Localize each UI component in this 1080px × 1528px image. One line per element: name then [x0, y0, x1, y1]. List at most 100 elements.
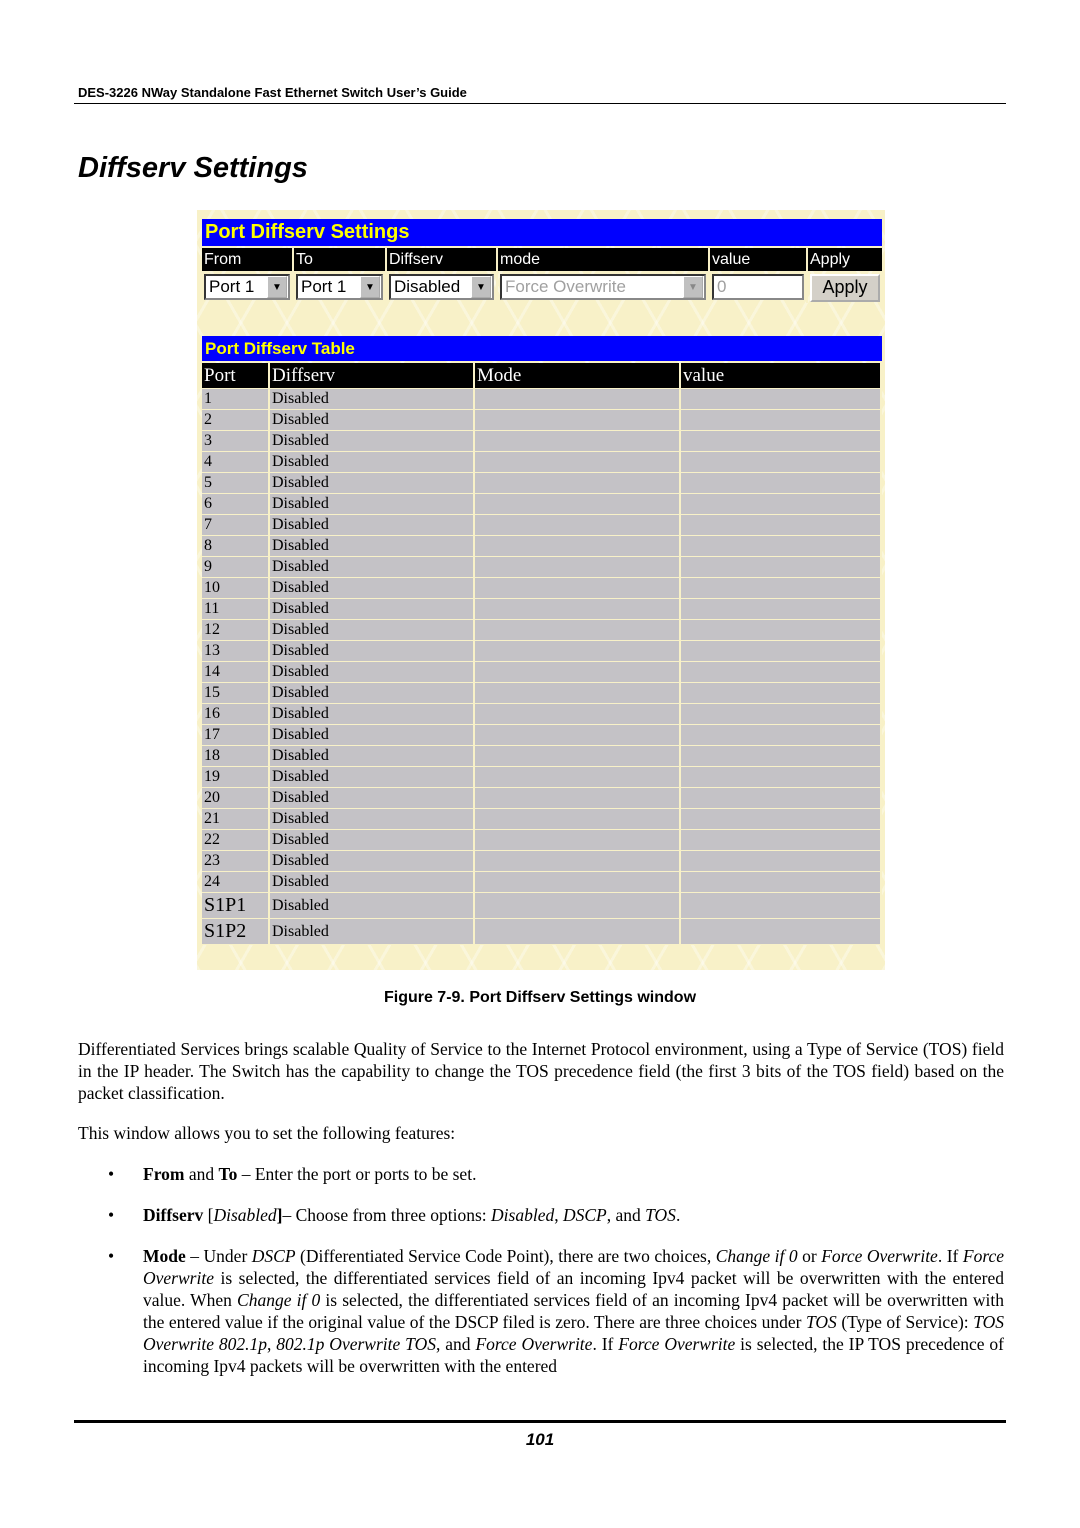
mode-cell [474, 724, 681, 746]
value-cell [680, 640, 882, 662]
mode-cell [474, 535, 681, 557]
intro-paragraph: Differentiated Services brings scalable … [78, 1039, 1004, 1103]
features-intro: This window allows you to set the follow… [78, 1123, 456, 1143]
port-cell: 8 [202, 535, 270, 557]
port-diffserv-screenshot: Port Diffserv Settings From To Diffserv … [197, 210, 885, 970]
feature-text-segment: , [554, 1205, 563, 1225]
port-cell: 6 [202, 493, 270, 515]
diffserv-cell: Disabled [269, 724, 475, 746]
feature-text-segment: Mode [143, 1246, 186, 1266]
mode-cell [474, 451, 681, 473]
mode-cell [474, 892, 681, 919]
port-cell: 19 [202, 766, 270, 788]
diffserv-cell: Disabled [269, 703, 475, 725]
footer-rule [74, 1420, 1006, 1423]
diffserv-select[interactable]: Disabled ▼ [389, 274, 494, 300]
diffserv-cell: Disabled [269, 619, 475, 641]
mode-cell [474, 388, 681, 410]
table-row: 15 Disabled [202, 682, 882, 704]
from-select[interactable]: Port 1 ▼ [204, 274, 290, 300]
table-row: 16 Disabled [202, 703, 882, 725]
diffserv-cell: Disabled [269, 640, 475, 662]
feature-text-segment: , and [435, 1334, 476, 1354]
port-cell: 18 [202, 745, 270, 767]
mode-select[interactable]: Force Overwrite ▼ [500, 274, 706, 300]
table-row: 7 Disabled [202, 514, 882, 536]
table-row: 9 Disabled [202, 556, 882, 578]
port-cell: 1 [202, 388, 270, 410]
header-to: To [294, 248, 387, 271]
table-row: 3 Disabled [202, 430, 882, 452]
value-cell [680, 472, 882, 494]
table-row: 1 Disabled [202, 388, 882, 410]
port-cell: S1P1 [202, 892, 270, 919]
table-row: 19 Disabled [202, 766, 882, 788]
port-cell: 13 [202, 640, 270, 662]
port-cell: 10 [202, 577, 270, 599]
value-cell [680, 892, 882, 919]
column-header-mode: Mode [474, 363, 681, 389]
mode-cell [474, 871, 681, 893]
feature-text-segment: – Enter the port or ports to be set. [237, 1164, 477, 1184]
column-header-diffserv: Diffserv [269, 363, 475, 389]
table-row: 11 Disabled [202, 598, 882, 620]
diffserv-cell: Disabled [269, 388, 475, 410]
mode-cell [474, 918, 681, 945]
table-row: 2 Disabled [202, 409, 882, 431]
feature-text-segment: . If [937, 1246, 963, 1266]
bullet-icon: • [108, 1246, 115, 1266]
dropdown-arrow-icon[interactable]: ▼ [471, 276, 491, 298]
value-cell [680, 535, 882, 557]
mode-cell [474, 619, 681, 641]
mode-cell [474, 472, 681, 494]
table-row: 13 Disabled [202, 640, 882, 662]
table-row: S1P1 Disabled [202, 892, 882, 919]
diffserv-cell: Disabled [269, 808, 475, 830]
feature-text-segment: DSCP [251, 1246, 296, 1266]
table-row: 20 Disabled [202, 787, 882, 809]
figure-caption: Figure 7-9. Port Diffserv Settings windo… [383, 989, 697, 1006]
dropdown-arrow-icon[interactable]: ▼ [267, 276, 287, 298]
diffserv-cell: Disabled [269, 850, 475, 872]
port-cell: 2 [202, 409, 270, 431]
table-row: S1P2 Disabled [202, 918, 882, 945]
value-cell [680, 493, 882, 515]
port-cell: 14 [202, 661, 270, 683]
value-input[interactable]: 0 [712, 274, 804, 300]
port-cell: 16 [202, 703, 270, 725]
feature-text-segment: Disabled [491, 1205, 555, 1225]
value-cell [680, 871, 882, 893]
port-cell: 5 [202, 472, 270, 494]
port-cell: 24 [202, 871, 270, 893]
feature-text-segment: (Type of Service): [836, 1312, 974, 1332]
port-cell: 20 [202, 787, 270, 809]
feature-item: • From and To – Enter the port or ports t… [108, 1163, 1004, 1185]
column-header-port: Port [202, 363, 270, 389]
value-cell [680, 808, 882, 830]
port-cell: S1P2 [202, 918, 270, 945]
value-cell [680, 514, 882, 536]
port-cell: 23 [202, 850, 270, 872]
value-cell [680, 703, 882, 725]
value-cell [680, 556, 882, 578]
value-cell [680, 577, 882, 599]
feature-text-segment: . If [592, 1334, 619, 1354]
table-row: 22 Disabled [202, 829, 882, 851]
feature-text-segment: From [143, 1164, 185, 1184]
table-row: 8 Disabled [202, 535, 882, 557]
feature-text-segment: DSCP [562, 1205, 607, 1225]
bullet-icon: • [108, 1164, 115, 1184]
value-cell [680, 829, 882, 851]
feature-text-segment: (Differentiated Service Code Point), the… [295, 1246, 716, 1266]
dropdown-arrow-icon[interactable]: ▼ [360, 276, 380, 298]
dropdown-arrow-icon[interactable]: ▼ [683, 276, 703, 298]
diffserv-cell: Disabled [269, 535, 475, 557]
feature-text-segment: 802.1p Overwrite TOS [276, 1334, 436, 1354]
mode-cell [474, 850, 681, 872]
apply-button[interactable]: Apply [810, 274, 880, 302]
mode-cell [474, 808, 681, 830]
to-select[interactable]: Port 1 ▼ [296, 274, 383, 300]
feature-text-segment: To [218, 1164, 238, 1184]
header-value: value [710, 248, 808, 271]
port-cell: 12 [202, 619, 270, 641]
